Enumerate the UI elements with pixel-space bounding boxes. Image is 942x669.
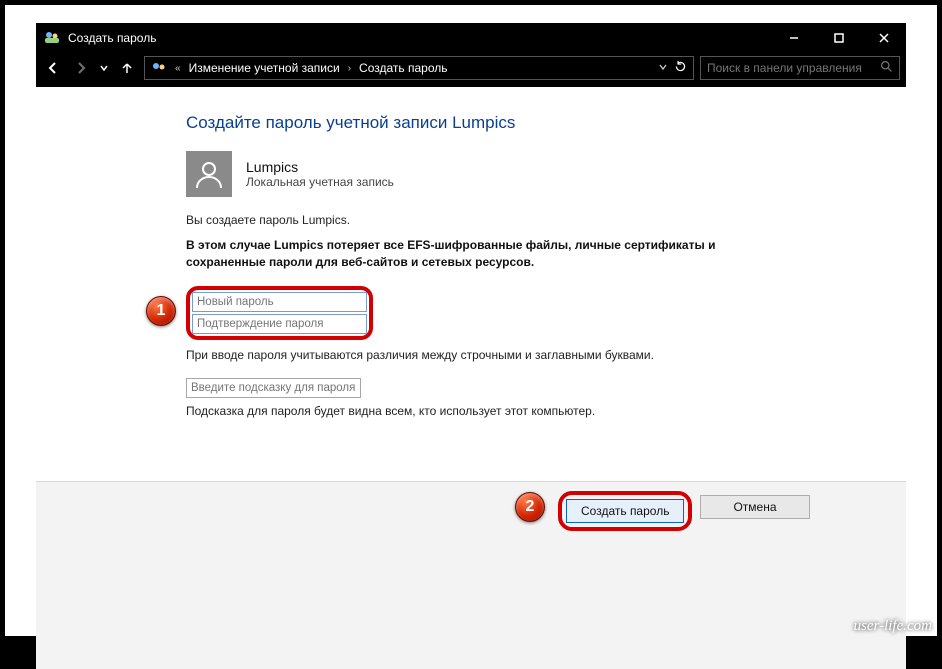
page-title: Создайте пароль учетной записи Lumpics — [186, 113, 826, 133]
cancel-button[interactable]: Отмена — [700, 495, 810, 519]
annotation-step-1: 1 — [146, 296, 176, 326]
account-type: Локальная учетная запись — [246, 175, 394, 189]
password-hint-input[interactable] — [186, 378, 361, 398]
window-title: Создать пароль — [68, 31, 156, 45]
avatar — [186, 151, 232, 197]
breadcrumb-seg-0[interactable]: Изменение учетной записи — [183, 57, 346, 79]
back-button[interactable] — [42, 57, 64, 79]
forward-button[interactable] — [70, 57, 92, 79]
username: Lumpics — [246, 159, 394, 175]
create-password-button[interactable]: Создать пароль — [566, 499, 684, 523]
annotation-step-2: 2 — [515, 492, 545, 522]
breadcrumb-seg-1[interactable]: Создать пароль — [353, 57, 453, 79]
search-box[interactable] — [700, 56, 900, 80]
new-password-input[interactable] — [192, 292, 367, 312]
hint-note: Подсказка для пароля будет видна всем, к… — [186, 404, 826, 418]
refresh-icon[interactable] — [674, 60, 687, 76]
warning-text: В этом случае Lumpics потеряет все EFS-ш… — [186, 237, 746, 272]
annotation-outline-2: Создать пароль — [558, 491, 692, 531]
address-bar: « Изменение учетной записи › Создать пар… — [36, 53, 906, 87]
close-button[interactable] — [861, 23, 906, 53]
confirm-password-input[interactable] — [192, 314, 367, 334]
titlebar: Создать пароль — [36, 23, 906, 53]
minimize-button[interactable] — [771, 23, 816, 53]
dropdown-chevron-icon[interactable] — [658, 61, 668, 75]
maximize-button[interactable] — [816, 23, 861, 53]
breadcrumb-root-icon — [145, 57, 173, 79]
chevron-right-icon: › — [346, 63, 353, 74]
chevron-left-icon: « — [173, 63, 183, 74]
annotation-outline-1 — [186, 286, 373, 340]
watermark: user-life.com — [854, 618, 932, 635]
search-icon[interactable] — [880, 60, 893, 76]
case-note: При вводе пароля учитываются различия ме… — [186, 348, 826, 362]
breadcrumb[interactable]: « Изменение учетной записи › Создать пар… — [144, 56, 694, 80]
user-accounts-icon — [44, 29, 60, 48]
recent-chevron-icon[interactable] — [98, 57, 110, 79]
content-area: Создайте пароль учетной записи Lumpics L… — [36, 87, 906, 607]
creating-text: Вы создаете пароль Lumpics. — [186, 213, 826, 227]
up-button[interactable] — [116, 57, 138, 79]
search-input[interactable] — [707, 61, 874, 75]
